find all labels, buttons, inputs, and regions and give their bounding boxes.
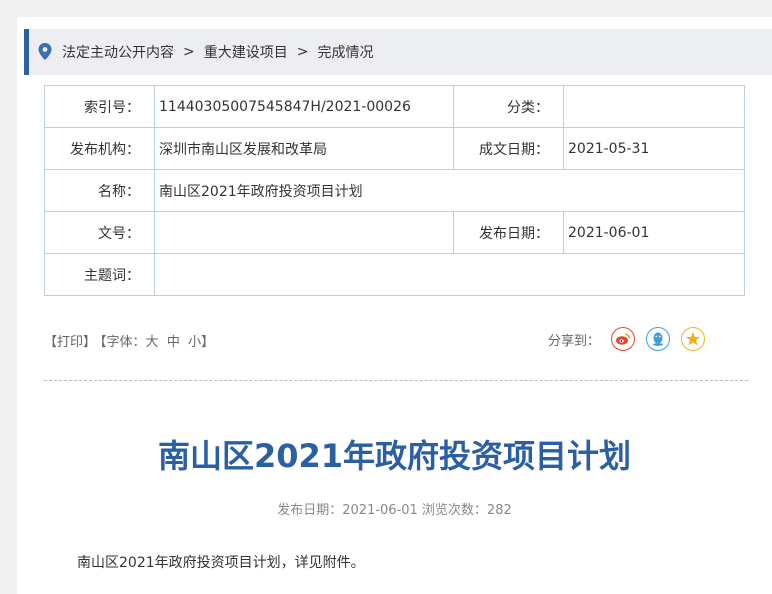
meta-row: 索引号： 11440305007545847H/2021-00026 分类： (44, 85, 745, 128)
docno-label: 文号： (44, 211, 155, 254)
subject-value (154, 253, 745, 296)
qq-icon[interactable] (646, 327, 671, 351)
weibo-icon[interactable] (611, 327, 636, 351)
category-label: 分类： (453, 85, 564, 128)
publisher-label: 发布机构： (44, 127, 155, 170)
page-container: 法定主动公开内容 > 重大建设项目 > 完成情况 索引号： 1144030500… (17, 17, 772, 594)
document-meta-table: 索引号： 11440305007545847H/2021-00026 分类： 发… (44, 85, 745, 296)
location-pin-icon (38, 43, 52, 61)
chevron-right-icon: > (296, 44, 309, 60)
meta-row: 名称： 南山区2021年政府投资项目计划 (44, 169, 745, 212)
subject-label: 主题词： (44, 253, 155, 296)
font-small-link[interactable]: 小 (188, 335, 201, 350)
font-size-prefix: 【字体： (100, 335, 146, 350)
qzone-icon[interactable] (681, 327, 706, 351)
share-label: 分享到： (548, 333, 601, 349)
meta-row: 发布机构： 深圳市南山区发展和改革局 成文日期： 2021-05-31 (44, 127, 745, 170)
index-label: 索引号： (44, 85, 155, 128)
written-date-label: 成文日期： (453, 127, 564, 170)
meta-row: 文号： 发布日期： 2021-06-01 (44, 211, 745, 254)
index-value: 11440305007545847H/2021-00026 (154, 85, 454, 128)
publisher-value: 深圳市南山区发展和改革局 (154, 127, 454, 170)
font-large-link[interactable]: 大 (146, 335, 159, 350)
breadcrumb-item-major-projects[interactable]: 重大建设项目 (204, 42, 288, 62)
dashed-divider (44, 380, 748, 381)
breadcrumb-item-public-content[interactable]: 法定主动公开内容 (62, 42, 174, 62)
article-title: 南山区2021年政府投资项目计划 (157, 437, 632, 475)
article-publish-info: 发布日期：2021-06-01 浏览次数：282 (277, 503, 512, 518)
breadcrumb: 法定主动公开内容 > 重大建设项目 > 完成情况 (24, 29, 772, 75)
publish-date-label: 发布日期： (453, 211, 564, 254)
font-size-suffix: 】 (201, 335, 215, 350)
category-value (563, 85, 745, 128)
written-date-value: 2021-05-31 (563, 127, 745, 170)
meta-row: 主题词： (44, 253, 745, 296)
breadcrumb-item-completion[interactable]: 完成情况 (317, 42, 373, 62)
print-link[interactable]: 【打印】 (44, 335, 96, 350)
chevron-right-icon: > (183, 44, 195, 60)
publish-date-value: 2021-06-01 (563, 211, 745, 254)
font-medium-link[interactable]: 中 (167, 335, 180, 350)
name-label: 名称： (44, 169, 155, 212)
docno-value (154, 211, 454, 254)
toolbar: 【打印】 【字体：大 中 小】 (44, 331, 214, 350)
article-body: 南山区2021年政府投资项目计划，详见附件。 (77, 555, 365, 571)
name-value: 南山区2021年政府投资项目计划 (154, 169, 745, 212)
share-bar: 分享到： (548, 327, 706, 351)
